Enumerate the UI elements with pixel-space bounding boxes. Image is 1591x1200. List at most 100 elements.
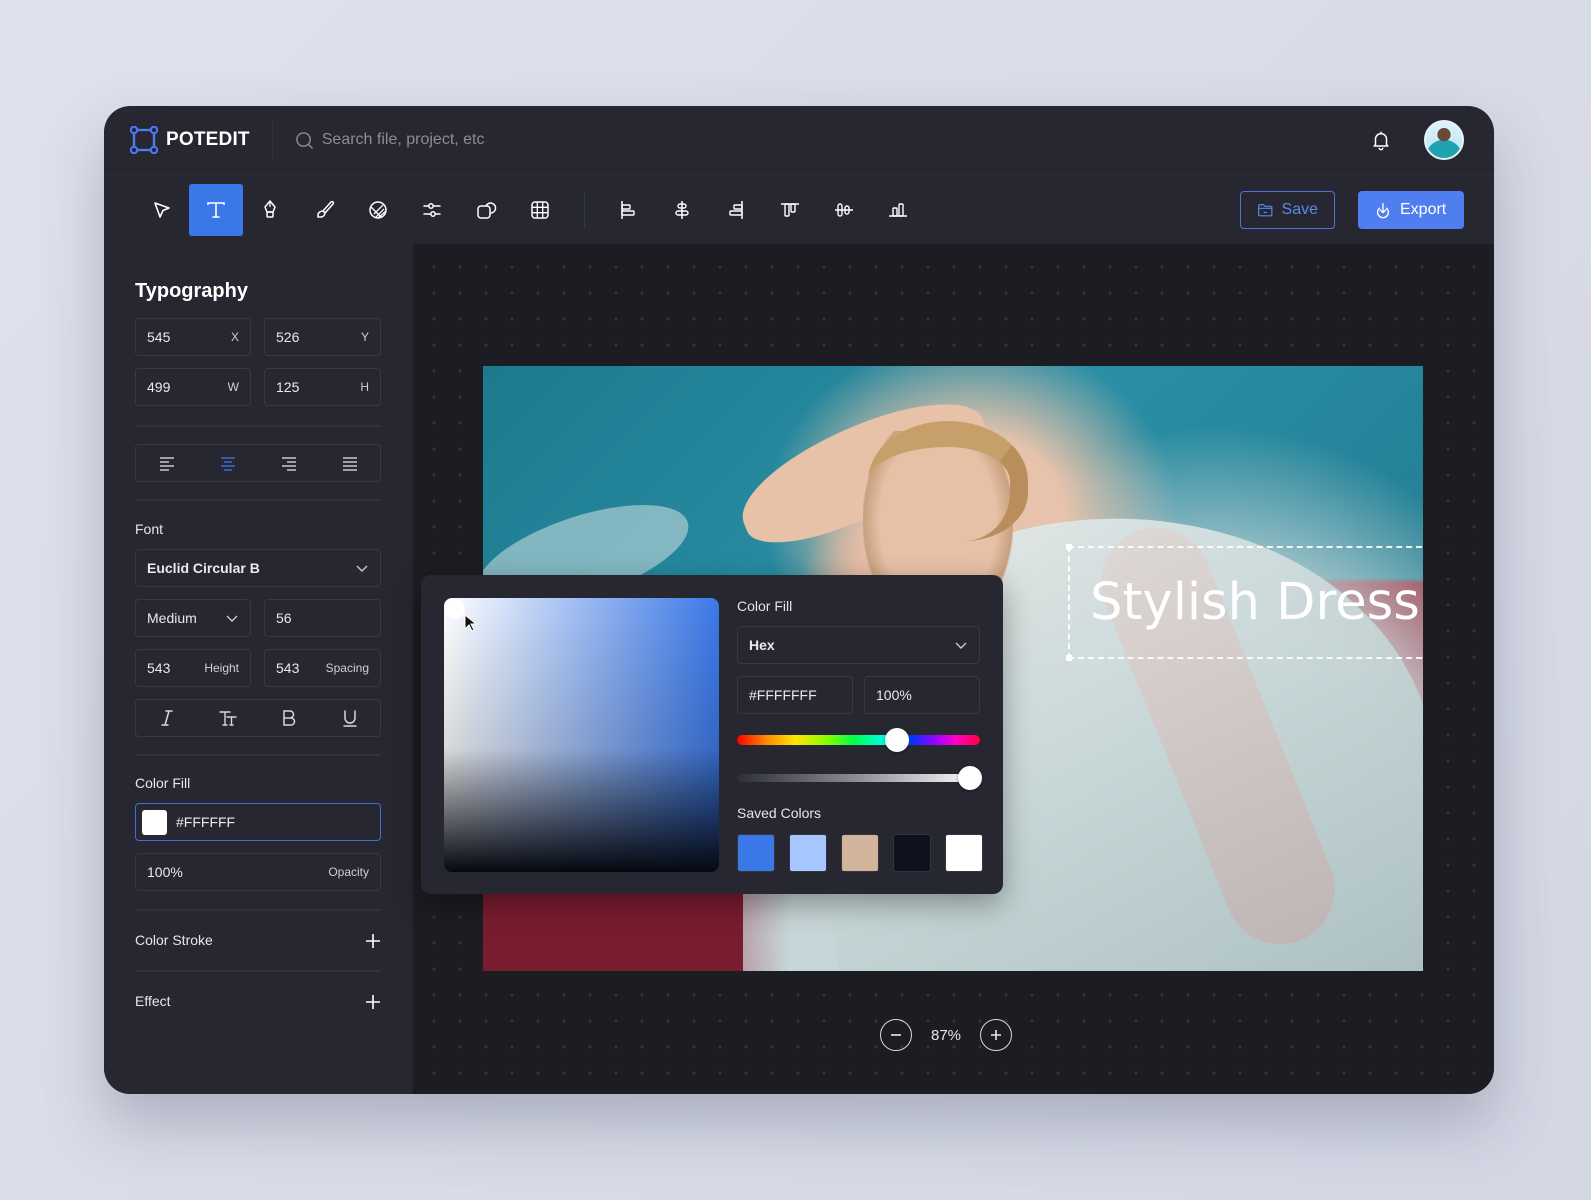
text-case-button[interactable]: [208, 703, 248, 733]
opacity-field[interactable]: 100% Opacity: [135, 853, 381, 891]
add-color-stroke-icon[interactable]: [364, 932, 382, 950]
text-align-right-icon: [281, 457, 296, 471]
font-label: Font: [135, 521, 164, 537]
letter-spacing-field[interactable]: 543 Spacing: [264, 649, 381, 687]
text-icon: [207, 202, 225, 218]
color-fill-field[interactable]: #FFFFFF: [135, 803, 381, 841]
y-label: Y: [360, 330, 369, 344]
color-mode-value: Hex: [749, 637, 775, 653]
alpha-slider[interactable]: [737, 766, 983, 790]
pointer-icon: [154, 202, 170, 218]
notifications-button[interactable]: [1370, 129, 1392, 151]
align-text-left[interactable]: [147, 448, 187, 478]
align-right-button[interactable]: [709, 184, 763, 236]
search-input[interactable]: [321, 131, 622, 149]
chevron-down-icon: [226, 615, 238, 622]
bold-button[interactable]: [269, 703, 309, 733]
height-field[interactable]: 125 H: [264, 368, 381, 406]
w-label: W: [227, 380, 239, 394]
y-field[interactable]: 526 Y: [264, 318, 381, 356]
top-bar: POTEDIT: [104, 106, 1494, 175]
line-height-label: Height: [204, 661, 239, 675]
hue-slider-knob[interactable]: [885, 728, 910, 752]
color-picker-popup: Color Fill Hex #FFFFFFF 100% Saved Color…: [421, 575, 1003, 894]
avatar[interactable]: [1424, 120, 1464, 160]
saturation-value-area[interactable]: [444, 598, 719, 872]
grid-icon: [531, 201, 549, 219]
shapes-icon: [477, 202, 497, 219]
search-bar[interactable]: [295, 131, 622, 150]
align-center-v-button[interactable]: [817, 184, 871, 236]
saved-color-swatch[interactable]: [945, 834, 983, 872]
hex-input[interactable]: #FFFFFFF: [737, 676, 853, 714]
tool-select[interactable]: [135, 184, 189, 236]
tool-grid[interactable]: [513, 184, 567, 236]
toolbar-divider: [584, 191, 585, 229]
align-text-justify[interactable]: [330, 448, 370, 478]
tool-text[interactable]: [189, 184, 243, 236]
text-style-group: [135, 699, 381, 737]
chevron-down-icon: [955, 642, 967, 649]
save-button[interactable]: Save: [1240, 191, 1335, 229]
resize-handle[interactable]: [1066, 655, 1072, 661]
app-window: POTEDIT Search file, project, etc Save E…: [104, 106, 1494, 1094]
line-height-field[interactable]: 543 Height: [135, 649, 251, 687]
canvas-area[interactable]: Stylish Dress Color Fill Hex #FFFFFFF 10…: [413, 244, 1494, 1094]
text-layer[interactable]: Stylish Dress: [1090, 573, 1420, 632]
tool-fill[interactable]: [351, 184, 405, 236]
align-center-h-button[interactable]: [655, 184, 709, 236]
saved-color-swatch[interactable]: [789, 834, 827, 872]
color-swatch[interactable]: [142, 809, 167, 835]
minus-icon: [891, 1034, 901, 1036]
font-family-select[interactable]: Euclid Circular B: [135, 549, 381, 587]
properties-panel: Typography 545 X 526 Y 499 W 125 H Font …: [104, 244, 413, 1094]
panel-title: Typography: [135, 280, 248, 302]
width-field[interactable]: 499 W: [135, 368, 251, 406]
export-button[interactable]: Export: [1358, 191, 1464, 229]
tool-pen[interactable]: [243, 184, 297, 236]
color-fill-label: Color Fill: [135, 775, 191, 791]
text-align-center-icon: [220, 457, 235, 471]
text-align-group: [135, 444, 381, 482]
color-handle[interactable]: [445, 599, 465, 619]
color-mode-select[interactable]: Hex: [737, 626, 980, 664]
saved-colors-label: Saved Colors: [737, 805, 822, 821]
hue-slider[interactable]: [737, 728, 980, 752]
search-icon: [295, 131, 313, 149]
align-bottom-button[interactable]: [871, 184, 925, 236]
text-layer-selection[interactable]: Stylish Dress: [1066, 544, 1423, 661]
zoom-in-button[interactable]: [980, 1019, 1012, 1051]
align-left-button[interactable]: [601, 184, 655, 236]
logo[interactable]: POTEDIT: [130, 119, 273, 161]
add-effect-icon[interactable]: [364, 993, 382, 1011]
saved-color-swatch[interactable]: [841, 834, 879, 872]
align-text-center[interactable]: [208, 448, 248, 478]
align-bottom-icon: [889, 203, 907, 217]
image-detail: [868, 421, 1028, 541]
align-top-button[interactable]: [763, 184, 817, 236]
zoom-out-button[interactable]: [880, 1019, 912, 1051]
tool-adjust[interactable]: [405, 184, 459, 236]
font-weight-select[interactable]: Medium: [135, 599, 251, 637]
resize-handle[interactable]: [1066, 544, 1072, 550]
brush-icon: [317, 200, 335, 218]
underline-button[interactable]: [330, 703, 370, 733]
divider: [135, 425, 381, 427]
bold-icon: [282, 710, 295, 726]
tool-shapes[interactable]: [459, 184, 513, 236]
letter-spacing-label: Spacing: [325, 661, 369, 675]
y-value: 526: [276, 329, 300, 345]
alpha-slider-knob[interactable]: [958, 766, 983, 790]
font-size-field[interactable]: 56: [264, 599, 381, 637]
text-align-left-icon: [159, 457, 174, 471]
x-field[interactable]: 545 X: [135, 318, 251, 356]
export-label: Export: [1400, 201, 1447, 218]
image-detail: [483, 886, 743, 971]
picker-opacity-input[interactable]: 100%: [864, 676, 980, 714]
italic-button[interactable]: [147, 703, 187, 733]
saved-color-swatch[interactable]: [737, 834, 775, 872]
saved-color-swatch[interactable]: [893, 834, 931, 872]
underline-icon: [342, 710, 357, 727]
align-text-right[interactable]: [269, 448, 309, 478]
tool-brush[interactable]: [297, 184, 351, 236]
